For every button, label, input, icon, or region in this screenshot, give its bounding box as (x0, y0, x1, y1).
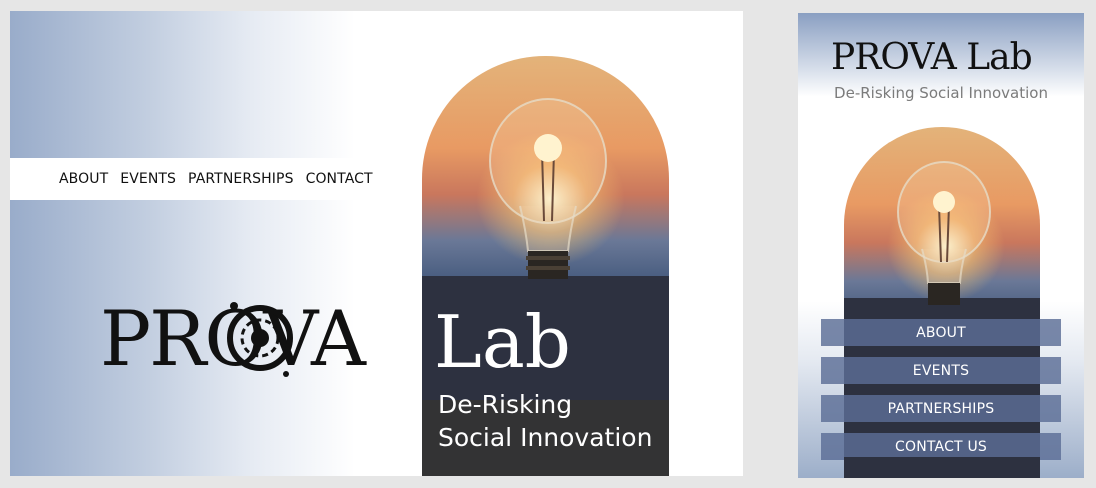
tagline-line-2: Social Innovation (438, 423, 653, 452)
gradient-panel (10, 11, 355, 476)
mobile-preview: PROVA Lab De-Risking Social Innovation A… (798, 13, 1084, 478)
mobile-menu-about[interactable]: ABOUT (821, 319, 1061, 346)
mobile-menu-events[interactable]: EVENTS (821, 357, 1061, 384)
ink-splash-icon (227, 302, 293, 377)
mobile-lightbulb-icon (897, 161, 991, 305)
brand-logo-lab: Lab (434, 300, 571, 384)
nav-partnerships-link[interactable]: PARTNERSHIPS (188, 171, 294, 187)
mobile-menu-partnerships[interactable]: PARTNERSHIPS (821, 395, 1061, 422)
nav-events-link[interactable]: EVENTS (120, 171, 176, 187)
mobile-brand-logo: PROVA Lab (831, 37, 1033, 78)
nav-contact-link[interactable]: CONTACT (306, 171, 373, 187)
desktop-preview: ABOUT EVENTS PARTNERSHIPS CONTACT PROVA … (10, 11, 743, 476)
main-nav: ABOUT EVENTS PARTNERSHIPS CONTACT (59, 158, 373, 200)
mobile-menu-contact[interactable]: CONTACT US (821, 433, 1061, 460)
nav-about-link[interactable]: ABOUT (59, 171, 108, 187)
mobile-bottom-band (844, 457, 1040, 478)
mobile-menu: ABOUT EVENTS PARTNERSHIPS CONTACT US (821, 319, 1061, 471)
tagline-line-1: De-Risking (438, 390, 573, 419)
mobile-subtitle: De-Risking Social Innovation (834, 84, 1048, 102)
tagline: De-Risking Social Innovation (438, 388, 652, 454)
